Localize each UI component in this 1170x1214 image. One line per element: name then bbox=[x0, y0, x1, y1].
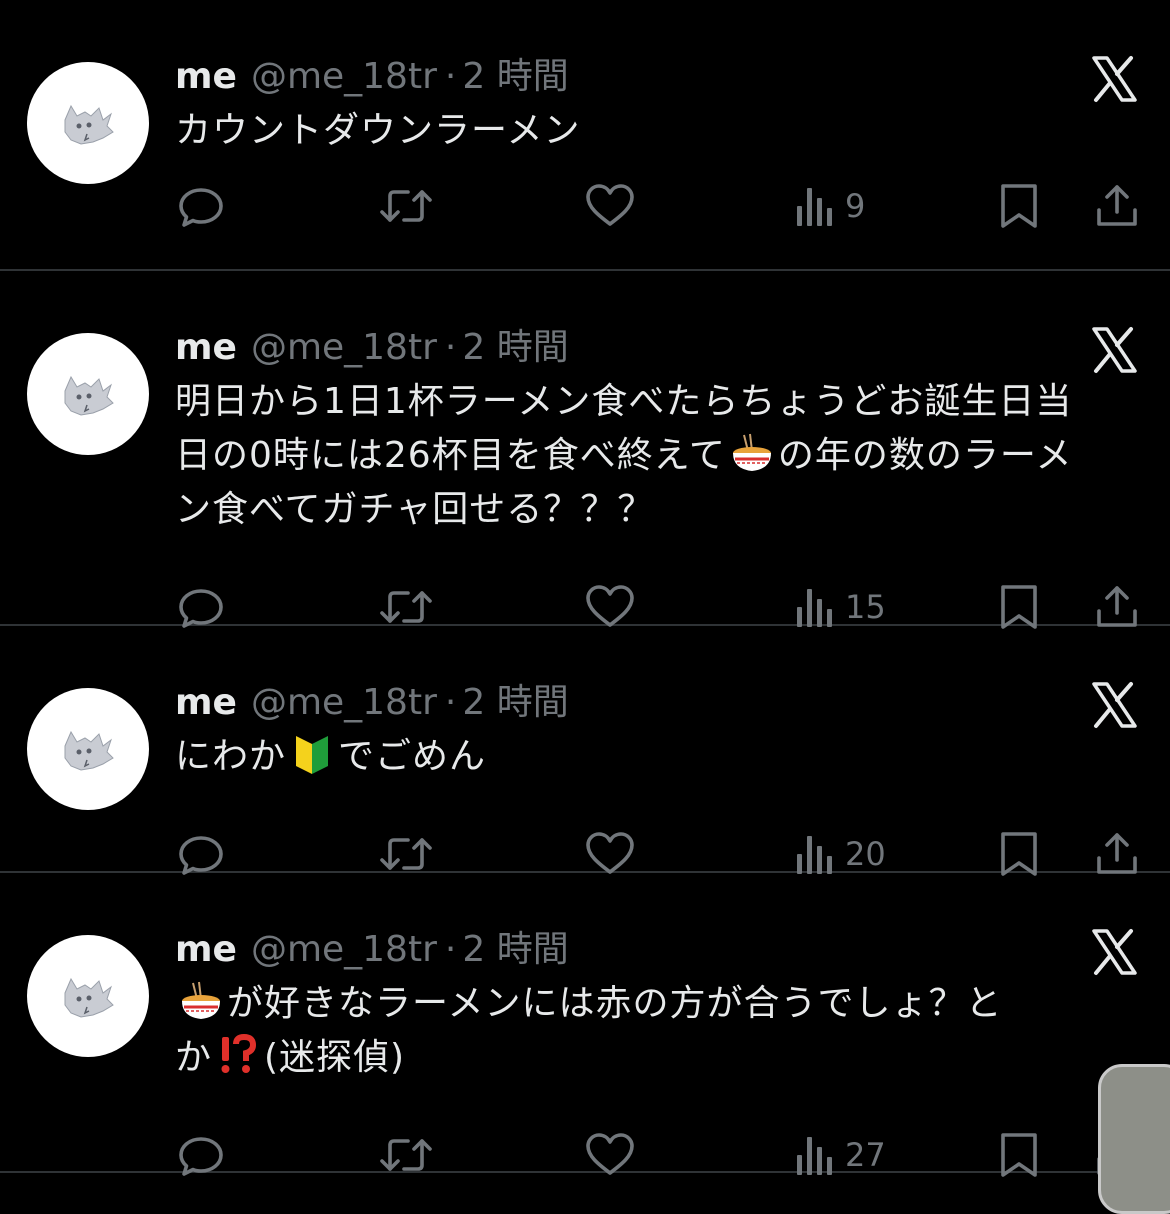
text-segment: 日の0時には26杯目を食べ終えて bbox=[175, 435, 726, 476]
tweet-text-line: が好きなラーメンには赤の方が合うでしょ？と bbox=[175, 977, 1135, 1031]
tweet-text-line: カウントダウンラーメン bbox=[175, 104, 1135, 158]
timestamp[interactable]: 2 時間 bbox=[462, 928, 568, 972]
timestamp[interactable]: 2 時間 bbox=[462, 326, 568, 370]
tweet[interactable]: me @me_18tr · 2 時間 カウントダウンラーメン 9 bbox=[0, 0, 1170, 271]
text-segment: 明日から1日1杯ラーメン食べたらちょうどお誕生日当 bbox=[175, 381, 1073, 422]
bookmark-icon bbox=[997, 583, 1041, 631]
x-logo-icon[interactable] bbox=[1090, 681, 1138, 729]
retweet-icon bbox=[378, 583, 434, 631]
text-segment: か bbox=[175, 1037, 213, 1078]
user-handle[interactable]: @me_18tr bbox=[251, 928, 437, 972]
display-name[interactable]: me bbox=[175, 326, 237, 370]
heart-icon bbox=[584, 583, 636, 631]
avatar[interactable] bbox=[27, 935, 149, 1057]
tweet-text: が好きなラーメンには赤の方が合うでしょ？とか (迷探偵) bbox=[175, 977, 1135, 1085]
beginner-mark-icon bbox=[286, 736, 338, 777]
tweet-text: にわか でごめん bbox=[175, 730, 1135, 784]
tweet-actions: 9 bbox=[0, 176, 1170, 236]
x-logo-icon[interactable] bbox=[1090, 928, 1138, 976]
views-button[interactable]: 27 bbox=[795, 1125, 886, 1185]
separator-dot: · bbox=[444, 682, 457, 723]
share-button[interactable] bbox=[1093, 176, 1141, 236]
retweet-button[interactable] bbox=[378, 1125, 434, 1185]
views-button[interactable]: 9 bbox=[795, 176, 865, 236]
heart-icon bbox=[584, 830, 636, 878]
tweet-header: me @me_18tr · 2 時間 bbox=[175, 928, 569, 972]
views-icon bbox=[795, 583, 835, 631]
views-count: 27 bbox=[845, 1136, 886, 1174]
retweet-icon bbox=[378, 830, 434, 878]
like-button[interactable] bbox=[584, 176, 636, 236]
bookmark-icon bbox=[997, 830, 1041, 878]
avatar[interactable] bbox=[27, 688, 149, 810]
views-icon bbox=[795, 182, 835, 230]
tweet-header: me @me_18tr · 2 時間 bbox=[175, 55, 569, 99]
floating-thumbnail[interactable] bbox=[1098, 1064, 1170, 1214]
heart-icon bbox=[584, 1131, 636, 1179]
views-icon bbox=[795, 1131, 835, 1179]
share-icon bbox=[1093, 583, 1141, 631]
tweet[interactable]: me @me_18tr · 2 時間 が好きなラーメンには赤の方が合うでしょ？とか (… bbox=[0, 873, 1170, 1177]
text-segment: カウントダウンラーメン bbox=[175, 110, 581, 151]
display-name[interactable]: me bbox=[175, 55, 237, 99]
retweet-button[interactable] bbox=[378, 176, 434, 236]
bookmark-button[interactable] bbox=[997, 1125, 1041, 1185]
x-logo-icon[interactable] bbox=[1090, 326, 1138, 374]
tweet-text-line: 日の0時には26杯目を食べ終えて の年の数のラーメ bbox=[175, 429, 1135, 483]
heart-icon bbox=[584, 182, 636, 230]
views-count: 9 bbox=[845, 187, 866, 225]
text-segment: の年の数のラーメ bbox=[777, 435, 1073, 476]
tweet-header: me @me_18tr · 2 時間 bbox=[175, 681, 569, 725]
reply-icon bbox=[177, 1131, 225, 1179]
avatar[interactable] bbox=[27, 62, 149, 184]
retweet-icon bbox=[378, 1131, 434, 1179]
tweet-text-line: ン食べてガチャ回せる？？？ bbox=[175, 483, 1135, 537]
text-segment: にわか bbox=[175, 736, 287, 777]
x-logo-icon[interactable] bbox=[1090, 55, 1138, 103]
reply-button[interactable] bbox=[177, 176, 225, 236]
share-icon bbox=[1093, 830, 1141, 878]
reply-icon bbox=[177, 830, 225, 878]
reply-button[interactable] bbox=[177, 1125, 225, 1185]
avatar[interactable] bbox=[27, 333, 149, 455]
user-handle[interactable]: @me_18tr bbox=[251, 55, 437, 99]
views-icon bbox=[795, 830, 835, 878]
tweet-text-line: か (迷探偵) bbox=[175, 1031, 1135, 1085]
text-segment: が好きなラーメンには赤の方が合うでしょ？と bbox=[227, 983, 1003, 1024]
separator-dot: · bbox=[444, 929, 457, 970]
tweet-text: 明日から1日1杯ラーメン食べたらちょうどお誕生日当 日の0時には26杯目を食べ終え… bbox=[175, 375, 1135, 537]
user-handle[interactable]: @me_18tr bbox=[251, 326, 437, 370]
text-segment: ン食べてガチャ回せる？？？ bbox=[175, 489, 655, 530]
retweet-icon bbox=[378, 182, 434, 230]
timestamp[interactable]: 2 時間 bbox=[462, 55, 568, 99]
bookmark-icon bbox=[997, 1131, 1041, 1179]
display-name[interactable]: me bbox=[175, 928, 237, 972]
user-handle[interactable]: @me_18tr bbox=[251, 681, 437, 725]
timestamp[interactable]: 2 時間 bbox=[462, 681, 568, 725]
bookmark-button[interactable] bbox=[997, 176, 1041, 236]
reply-icon bbox=[177, 583, 225, 631]
like-button[interactable] bbox=[584, 1125, 636, 1185]
tweet-actions: 27 bbox=[0, 1125, 1170, 1185]
text-segment: (迷探偵) bbox=[264, 1037, 406, 1078]
tweet-text-line: にわか でごめん bbox=[175, 730, 1135, 784]
tweet[interactable]: me @me_18tr · 2 時間 にわか でごめん 20 bbox=[0, 626, 1170, 876]
display-name[interactable]: me bbox=[175, 681, 237, 725]
separator-dot: · bbox=[444, 327, 457, 368]
ramen-emoji-icon bbox=[175, 981, 227, 1024]
reply-icon bbox=[177, 182, 225, 230]
separator-dot: · bbox=[444, 56, 457, 97]
bookmark-icon bbox=[997, 182, 1041, 230]
share-icon bbox=[1093, 182, 1141, 230]
text-segment: でごめん bbox=[338, 736, 487, 777]
tweet[interactable]: me @me_18tr · 2 時間 明日から1日1杯ラーメン食べたらちょうどお誕生日… bbox=[0, 271, 1170, 629]
ramen-emoji-icon bbox=[726, 433, 778, 476]
tweet-header: me @me_18tr · 2 時間 bbox=[175, 326, 569, 370]
interrobang-icon bbox=[212, 1033, 264, 1078]
tweet-text-line: 明日から1日1杯ラーメン食べたらちょうどお誕生日当 bbox=[175, 375, 1135, 429]
tweet-text: カウントダウンラーメン bbox=[175, 104, 1135, 158]
